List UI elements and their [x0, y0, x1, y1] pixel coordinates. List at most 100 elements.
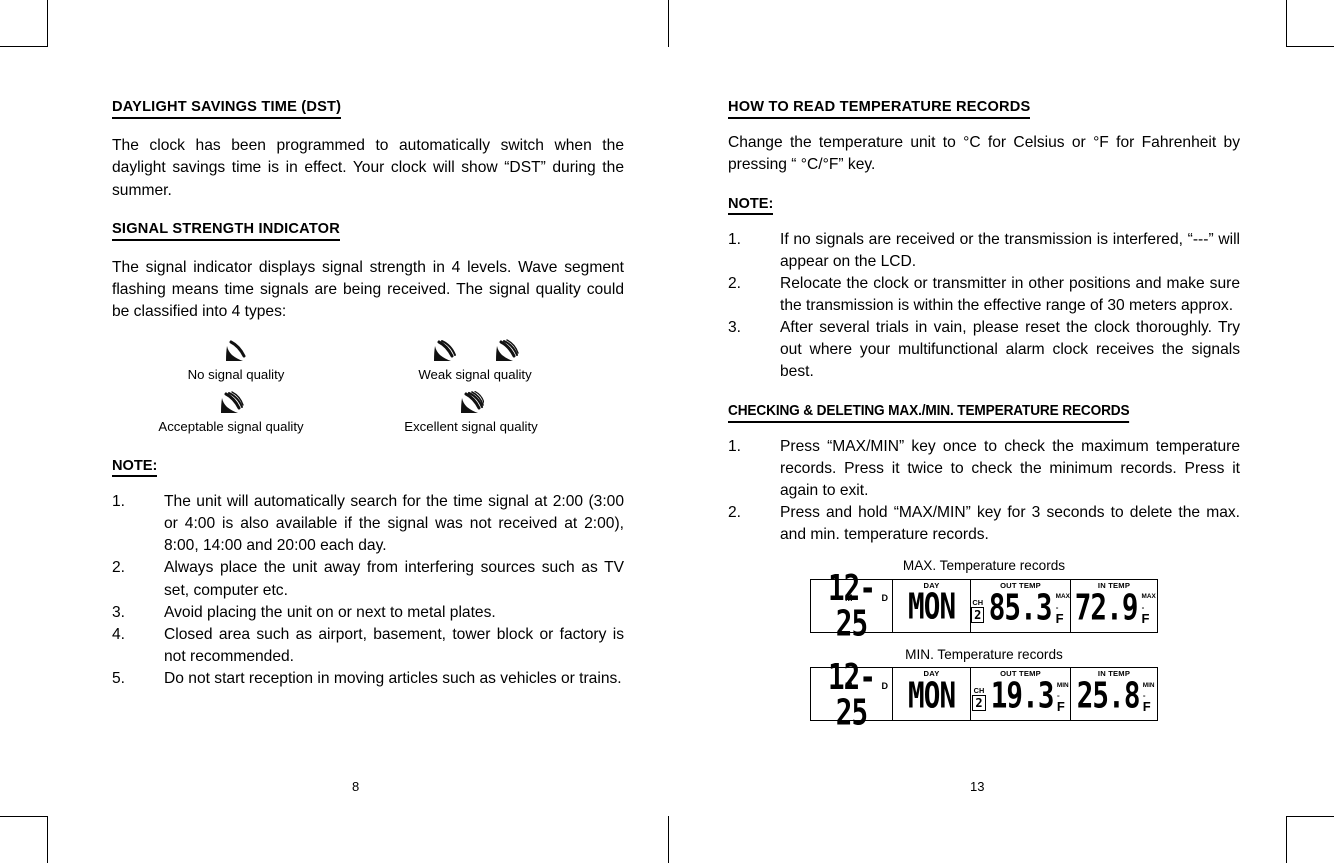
lcd-min-day-segment: DAY MON	[893, 668, 971, 721]
lcd-min-day-superscript: D	[881, 681, 889, 692]
list-item-text: Do not start reception in moving article…	[164, 670, 622, 688]
signal-wave-icon	[434, 340, 456, 362]
list-item-text: Relocate the clock or transmitter in oth…	[780, 274, 1240, 314]
lcd-max-day-value: MON	[907, 587, 956, 629]
right-page-column: HOW TO READ TEMPERATURE RECORDS Change t…	[728, 98, 1240, 730]
lcd-max-day-segment: DAY MON	[893, 579, 971, 632]
lcd-min-in-minmax: MIN	[1142, 681, 1155, 689]
list-item-number: 4.	[112, 625, 126, 643]
lcd-max-in-segment: IN TEMP 72.9 MAX ° F	[1071, 580, 1157, 632]
page-number-left: 8	[352, 779, 360, 794]
signal-quality-row-bottom: Acceptable signal quality Excellent sign…	[112, 389, 624, 435]
lcd-min-month-superscript: M	[845, 681, 853, 692]
list-item-number: 3.	[728, 319, 742, 337]
crop-mark-bottom-left-horizontal	[0, 816, 48, 817]
dst-heading-wrap: DAYLIGHT SAVINGS TIME (DST)	[112, 98, 624, 120]
lcd-max-day-superscript: D	[881, 592, 889, 603]
left-note-title: NOTE:	[112, 458, 158, 477]
signal-level-no-label: No signal quality	[187, 367, 285, 383]
signal-level-acceptable-icons	[106, 389, 356, 417]
signal-level-excellent: Excellent signal quality	[356, 389, 586, 435]
temp-records-heading: HOW TO READ TEMPERATURE RECORDS	[728, 98, 1031, 120]
left-note-list: 1. The unit will automatically search fo…	[112, 491, 624, 690]
signal-wave-icon	[221, 391, 244, 414]
lcd-max-date-segment: 12-25 M D	[811, 571, 893, 642]
list-item-text: Press and hold “MAX/MIN” key for 3 secon…	[780, 504, 1240, 544]
lcd-max-date-value: 12-25	[827, 568, 876, 646]
lcd-max-caption: MAX. Temperature records	[902, 558, 1066, 574]
lcd-min-block: MIN. Temperature records 12-25 M D DAY M…	[728, 647, 1240, 730]
list-item-number: 2.	[728, 504, 742, 522]
signal-strength-heading-wrap: SIGNAL STRENGTH INDICATOR	[112, 220, 624, 241]
crop-mark-bottom-left-vertical	[47, 816, 48, 863]
left-page-column: DAYLIGHT SAVINGS TIME (DST) The clock ha…	[112, 98, 624, 690]
lcd-max-out-unit: F	[1055, 611, 1064, 627]
list-item-number: 1.	[728, 230, 742, 248]
checking-deleting-list: 1. Press “MAX/MIN” key once to check the…	[728, 436, 1240, 547]
list-item: 1. If no signals are received or the tra…	[728, 229, 1240, 273]
signal-wave-icon	[496, 339, 519, 362]
lcd-max-ch-value: 2	[971, 606, 985, 623]
list-item-text: The unit will automatically search for t…	[164, 493, 624, 555]
list-item: 2. Relocate the clock or transmitter in …	[728, 273, 1240, 317]
list-item-number: 2.	[728, 274, 742, 292]
temp-records-heading-wrap: HOW TO READ TEMPERATURE RECORDS	[728, 98, 1240, 120]
signal-level-acceptable-label: Acceptable signal quality	[158, 419, 304, 435]
list-item-text: Press “MAX/MIN” key once to check the ma…	[780, 437, 1240, 500]
lcd-min-out-segment: OUT TEMP CH 2 19.3 MIN ° F	[971, 668, 1071, 721]
signal-level-excellent-icons	[356, 389, 586, 417]
lcd-max-in-unit: F	[1141, 611, 1150, 627]
lcd-min-ch-label: CH	[973, 685, 985, 695]
signal-level-weak-label: Weak signal quality	[418, 367, 532, 383]
lcd-max-ch-label: CH	[972, 597, 984, 607]
lcd-min-display: 12-25 M D DAY MON OUT TEMP CH 2 19.3 MIN…	[810, 660, 1158, 730]
lcd-max-month-superscript: M	[845, 592, 853, 603]
list-item: 5. Do not start reception in moving arti…	[112, 668, 624, 690]
list-item-number: 1.	[728, 437, 742, 455]
signal-level-excellent-label: Excellent signal quality	[404, 419, 538, 435]
signal-level-no: No signal quality	[112, 337, 360, 383]
list-item-number: 2.	[112, 559, 126, 577]
list-item-number: 1.	[112, 493, 126, 510]
lcd-max-display: 12-25 M D DAY MON OUT TEMP CH 2 85.3 MAX…	[810, 571, 1158, 642]
signal-quality-row-top: No signal quality Weak signal quality	[112, 337, 624, 383]
list-item-text: If no signals are received or the transm…	[780, 230, 1240, 270]
list-item: 2. Press and hold “MAX/MIN” key for 3 se…	[728, 502, 1240, 546]
signal-strength-heading: SIGNAL STRENGTH INDICATOR	[112, 220, 340, 241]
crop-mark-bottom-right-vertical	[1286, 816, 1287, 863]
list-item-number: 5.	[112, 670, 126, 688]
signal-level-weak-icons	[360, 337, 590, 365]
signal-strength-paragraph: The signal indicator displays signal str…	[112, 258, 624, 321]
list-item-text: After several trials in vain, please res…	[780, 319, 1240, 381]
crop-mark-bottom-right-horizontal	[1286, 816, 1334, 817]
lcd-min-day-value: MON	[907, 675, 956, 717]
dst-heading: DAYLIGHT SAVINGS TIME (DST)	[112, 98, 342, 120]
list-item: 4. Closed area such as airport, basement…	[112, 624, 624, 668]
lcd-max-out-minmax: MAX	[1055, 593, 1070, 601]
checking-deleting-heading-wrap: CHECKING & DELETING MAX./MIN. TEMPERATUR…	[728, 402, 1240, 423]
list-item: 3. After several trials in vain, please …	[728, 317, 1240, 383]
temp-records-paragraph: Change the temperature unit to °C for Ce…	[728, 134, 1240, 174]
manual-page-spread: DAYLIGHT SAVINGS TIME (DST) The clock ha…	[0, 0, 1334, 863]
crop-mark-top-left-horizontal	[0, 46, 48, 47]
dst-paragraph: The clock has been programmed to automat…	[112, 137, 624, 199]
checking-deleting-heading: CHECKING & DELETING MAX./MIN. TEMPERATUR…	[728, 402, 1130, 423]
right-note-list: 1. If no signals are received or the tra…	[728, 229, 1240, 384]
list-item: 3. Avoid placing the unit on or next to …	[112, 602, 624, 624]
list-item: 2. Always place the unit away from inter…	[112, 557, 624, 601]
signal-level-acceptable: Acceptable signal quality	[106, 389, 356, 435]
lcd-max-channel: CH 2	[971, 597, 985, 623]
lcd-max-out-value: 85.3	[989, 587, 1053, 629]
list-item: 1. The unit will automatically search fo…	[112, 491, 624, 557]
lcd-max-block: MAX. Temperature records 12-25 M D DAY M…	[728, 558, 1240, 642]
lcd-max-in-minmax: MAX	[1141, 593, 1156, 601]
list-item: 1. Press “MAX/MIN” key once to check the…	[728, 436, 1240, 502]
crop-mark-top-center	[668, 0, 669, 47]
crop-mark-bottom-center	[668, 816, 669, 863]
list-item-number: 3.	[112, 603, 126, 621]
lcd-max-out-segment: OUT TEMP CH 2 85.3 MAX ° F	[971, 579, 1071, 632]
lcd-min-in-unit: F	[1142, 699, 1151, 715]
signal-quality-figure: No signal quality Weak signal quality Ac…	[112, 337, 624, 435]
list-item-text: Always place the unit away from interfer…	[164, 559, 624, 599]
signal-wave-icon	[461, 391, 484, 414]
